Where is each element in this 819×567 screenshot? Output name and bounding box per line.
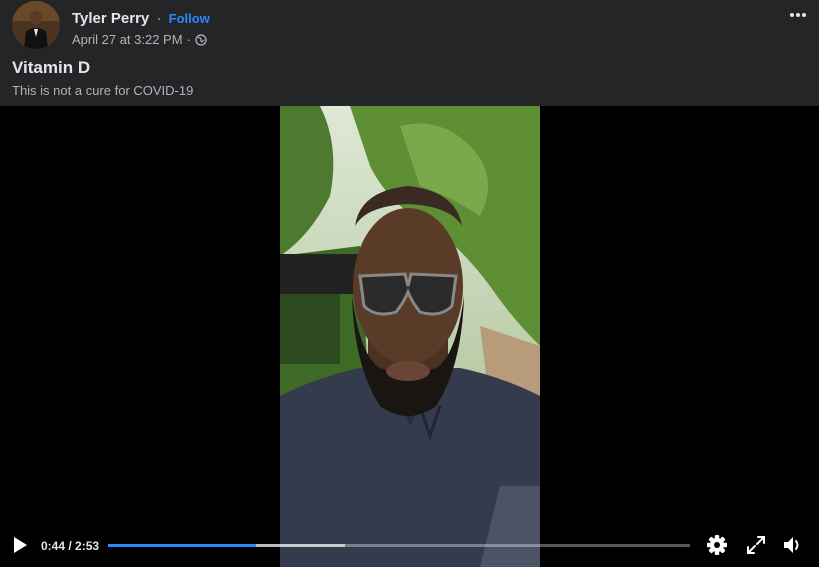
more-dot [796, 13, 800, 17]
avatar-image [12, 1, 60, 49]
more-options-icon[interactable] [786, 6, 810, 24]
video-frame [280, 106, 540, 567]
author-row: Tyler Perry · Follow [72, 10, 210, 27]
follow-button[interactable]: Follow [169, 11, 210, 26]
fullscreen-icon[interactable] [745, 534, 767, 556]
post-subtitle: This is not a cure for COVID-19 [12, 83, 194, 98]
globe-icon [195, 33, 207, 46]
progress-bar[interactable] [108, 544, 690, 547]
more-dot [790, 13, 794, 17]
volume-icon[interactable] [781, 534, 803, 556]
avatar[interactable] [12, 1, 60, 49]
play-icon[interactable] [12, 536, 28, 554]
video-player[interactable]: 0:44 / 2:53 [0, 106, 819, 567]
time-separator: / [65, 539, 76, 553]
played-bar [108, 544, 256, 547]
time-display: 0:44 / 2:53 [41, 539, 99, 553]
settings-icon[interactable] [706, 534, 728, 556]
post-title: Vitamin D [12, 58, 91, 77]
duration: 2:53 [75, 539, 100, 553]
post-timestamp[interactable]: April 27 at 3:22 PM [72, 32, 183, 47]
player-controls: 0:44 / 2:53 [0, 523, 819, 567]
author-name[interactable]: Tyler Perry [72, 10, 149, 27]
current-time: 0:44 [41, 539, 66, 553]
video-still [280, 106, 540, 567]
more-dot [802, 13, 806, 17]
separator: · [156, 10, 162, 27]
meta-separator: · [186, 32, 191, 47]
post-header: Tyler Perry · Follow April 27 at 3:22 PM… [0, 0, 819, 106]
post-meta: April 27 at 3:22 PM · [72, 32, 207, 47]
